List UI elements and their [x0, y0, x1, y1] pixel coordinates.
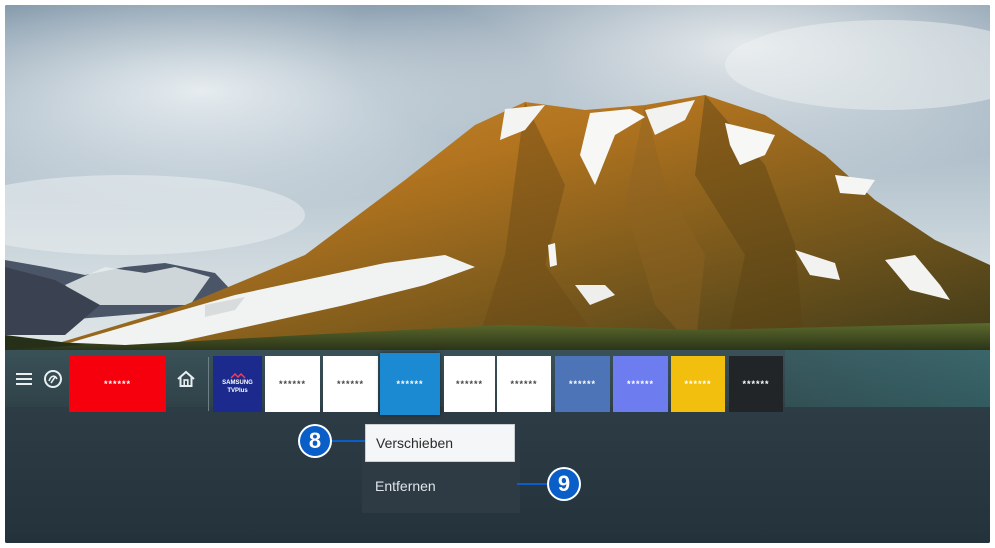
context-menu: Verschieben Entfernen: [362, 421, 520, 513]
app-tile-8[interactable]: ******: [555, 356, 610, 412]
move-option-label: Verschieben: [376, 435, 454, 451]
remove-option-label: Entfernen: [375, 478, 436, 494]
app-tile-label: ******: [103, 379, 131, 389]
menu-icon[interactable]: [13, 368, 35, 390]
app-tile-label: ******: [568, 379, 596, 389]
app-tile-label: ******: [336, 379, 364, 389]
app-tile-3[interactable]: ******: [265, 356, 320, 412]
app-tile-label: ******: [278, 379, 306, 389]
wallpaper-landscape: [5, 5, 990, 350]
app-tile-9[interactable]: ******: [613, 356, 668, 412]
app-tile-label: ******: [684, 379, 712, 389]
app-tile-focused[interactable]: ******: [380, 353, 440, 415]
app-tile-11[interactable]: ******: [729, 356, 783, 412]
app-tile-6[interactable]: ******: [444, 356, 495, 412]
samsung-tv-plus-tile[interactable]: SAMSUNG TVPlus: [213, 356, 262, 412]
app-tile-7[interactable]: ******: [497, 356, 551, 412]
move-option[interactable]: Verschieben: [365, 424, 515, 462]
remove-option[interactable]: Entfernen: [365, 467, 515, 505]
tv-plus-label-2: TVPlus: [227, 388, 248, 394]
callout-9-number: 9: [557, 471, 571, 496]
callout-8-line: [331, 440, 365, 442]
callout-8-badge: 8: [298, 424, 332, 458]
tv-plus-label-1: SAMSUNG: [222, 380, 253, 386]
app-tile-label: ******: [742, 379, 770, 389]
callout-9-line: [517, 483, 549, 485]
callout-9-badge: 9: [547, 467, 581, 501]
app-tile-10[interactable]: ******: [671, 356, 725, 412]
app-tile-1[interactable]: ******: [69, 356, 166, 412]
menu-divider: [208, 357, 209, 411]
app-tile-label: ******: [396, 379, 424, 389]
app-tile-label: ******: [510, 379, 538, 389]
tv-screen: ****** SAMSUNG TVPlus ****** ****** ****…: [5, 5, 990, 543]
ambient-icon[interactable]: [42, 368, 64, 390]
home-icon[interactable]: [175, 368, 197, 390]
callout-8-number: 8: [308, 428, 322, 453]
app-tile-label: ******: [455, 379, 483, 389]
tv-plus-logo-icon: [228, 373, 248, 379]
menu-bar-right-glow: [785, 350, 990, 407]
app-tile-4[interactable]: ******: [323, 356, 378, 412]
app-tile-label: ******: [626, 379, 654, 389]
